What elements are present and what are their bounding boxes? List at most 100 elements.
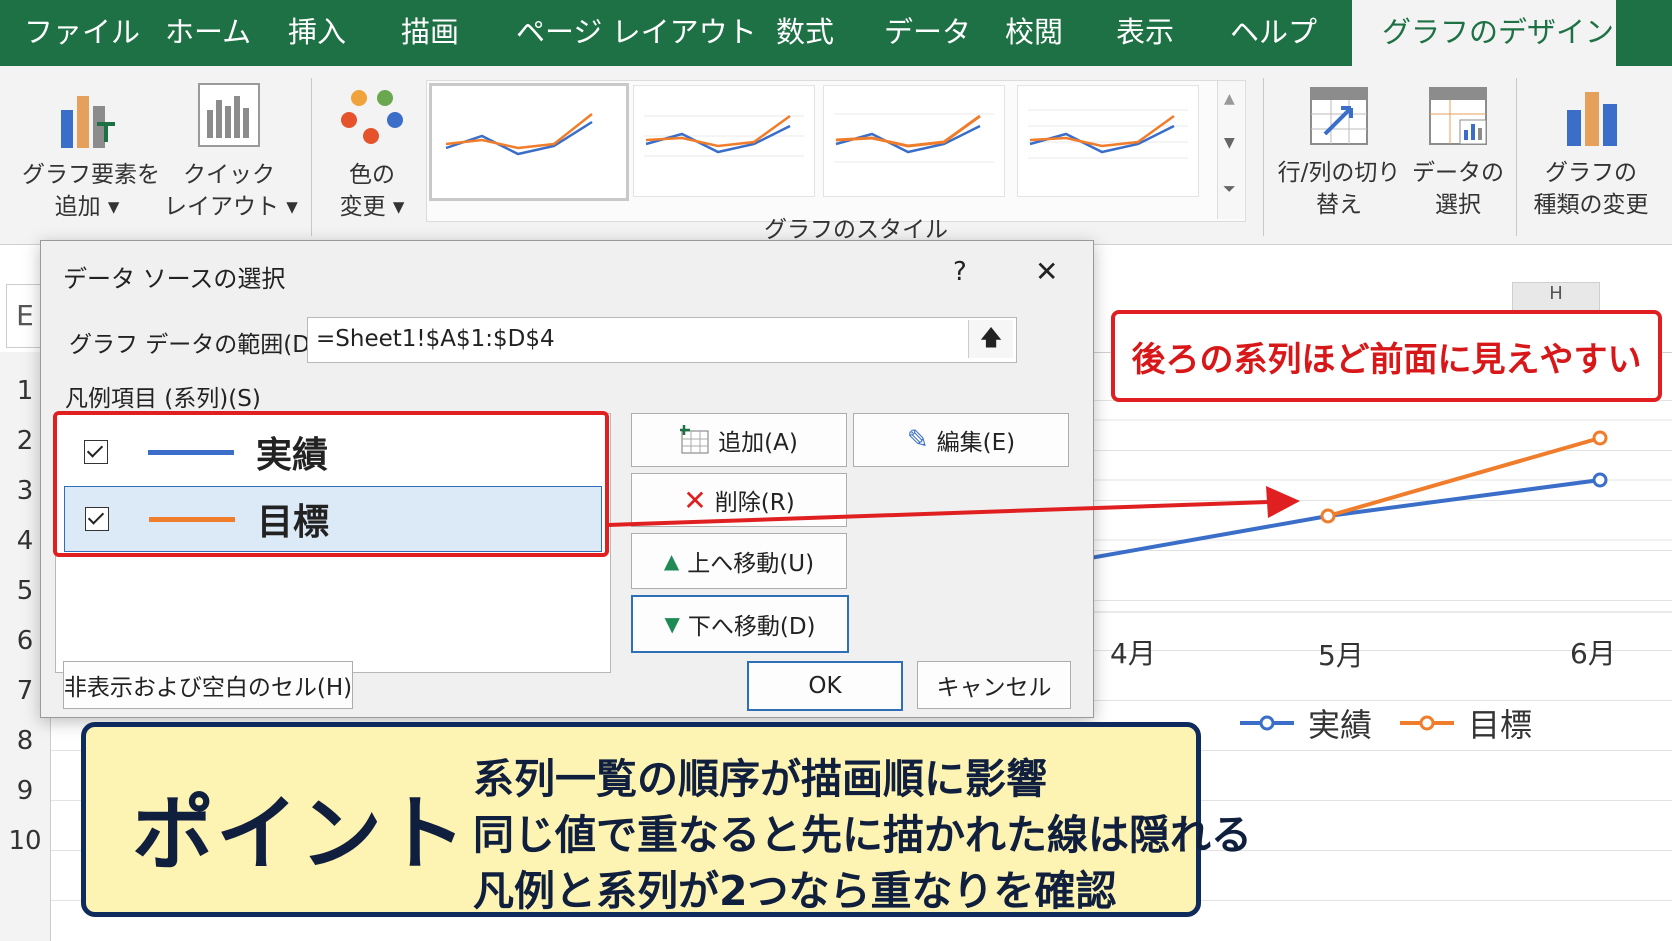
edit-series-label: 編集(E) [936, 430, 1016, 456]
gallery-down-icon[interactable]: ▼ [1224, 135, 1235, 151]
move-down-button[interactable]: ▼ 下へ移動(D) [631, 595, 849, 653]
tab-help[interactable]: ヘルプ [1230, 0, 1317, 66]
select-data-label-1: データの [1412, 160, 1504, 186]
column-header-h[interactable]: H [1512, 282, 1600, 312]
legend-actual-label: 実績 [1308, 706, 1373, 744]
collapse-range-icon[interactable]: 🡅 [968, 320, 1013, 358]
add-chart-element-button[interactable]: グラフ要素を 追加 ▾ [22, 88, 160, 223]
delete-series-button[interactable]: ✕ 削除(R) [631, 473, 847, 527]
legend-entries-label: 凡例項目 (系列)(S) [65, 386, 261, 412]
change-colors-label-1: 色の [349, 162, 395, 188]
add-table-icon [680, 425, 709, 454]
add-chart-element-label-1: グラフ要素を [22, 162, 160, 188]
line-chart[interactable] [1090, 400, 1672, 740]
add-chart-element-icon [61, 96, 115, 148]
x-axis-label: 5月 [1318, 639, 1364, 672]
chart-style-4-preview [1028, 109, 1188, 159]
chart-style-4[interactable] [1017, 85, 1199, 197]
series-target-marker[interactable] [1592, 430, 1608, 446]
series-actual-line[interactable] [1090, 478, 1601, 560]
tab-review[interactable]: 校閲 [1005, 0, 1063, 66]
quick-layout-label-1: クイック [183, 162, 275, 188]
row-number[interactable]: 10 [0, 826, 50, 856]
arrow-up-icon: ▲ [663, 549, 680, 573]
ribbon-divider [1263, 78, 1264, 236]
add-series-button[interactable]: 追加(A) [631, 413, 847, 467]
select-data-icon [1429, 87, 1487, 145]
point-line-3: 凡例と系列が2つなら重なりを確認 [473, 867, 1117, 915]
help-button[interactable]: ? [953, 257, 967, 287]
gallery-more-icon[interactable]: ⏷ [1223, 179, 1236, 199]
chart-style-3-preview [834, 113, 994, 163]
hidden-empty-cells-label: 非表示および空白のセル(H) [63, 675, 353, 701]
chart-style-2-preview [644, 114, 804, 157]
chart-legend[interactable]: 実績 目標 [1240, 700, 1532, 746]
tab-home[interactable]: ホーム [165, 0, 251, 66]
switch-row-column-label-1: 行/列の切り [1277, 160, 1401, 186]
move-down-label: 下へ移動(D) [687, 614, 816, 640]
series-target-marker[interactable] [1320, 508, 1336, 524]
name-box[interactable]: E [6, 284, 44, 348]
move-up-button[interactable]: ▲ 上へ移動(U) [631, 533, 847, 589]
range-input[interactable]: =Sheet1!$A$1:$D$4 🡅 [307, 317, 1017, 363]
series-actual-marker[interactable] [1592, 472, 1608, 488]
delete-series-label: 削除(R) [714, 490, 795, 516]
row-number[interactable]: 8 [0, 726, 50, 756]
change-colors-label-2: 変更 ▾ [339, 194, 405, 220]
cancel-button[interactable]: キャンセル [917, 661, 1071, 709]
delete-x-icon: ✕ [683, 483, 707, 517]
tab-file[interactable]: ファイル [24, 0, 140, 66]
legend-target-swatch [1400, 715, 1455, 731]
ribbon-divider [1516, 78, 1517, 236]
close-icon[interactable]: ✕ [1035, 255, 1058, 288]
add-chart-element-label-2: 追加 ▾ [54, 194, 120, 220]
tab-view[interactable]: 表示 [1116, 0, 1174, 66]
series-target-line[interactable] [1327, 436, 1601, 518]
range-label: グラフ データの範囲(D): [69, 332, 327, 358]
switch-row-column-button[interactable]: 行/列の切り 替え [1272, 84, 1406, 221]
edit-series-button[interactable]: ✎ 編集(E) [853, 413, 1069, 467]
select-data-button[interactable]: データの 選択 [1408, 84, 1508, 221]
legend-target-label: 目標 [1468, 706, 1533, 744]
row-number[interactable]: 9 [0, 776, 50, 806]
select-data-label-2: 選択 [1435, 192, 1481, 218]
gallery-scrollbar[interactable]: ▲ ▼ ⏷ [1217, 81, 1244, 219]
tab-draw[interactable]: 描画 [401, 0, 459, 66]
dialog-title: データ ソースの選択 [63, 265, 286, 293]
chart-style-2[interactable] [633, 85, 815, 197]
change-chart-type-label-2: 種類の変更 [1533, 192, 1649, 218]
chart-style-1[interactable] [429, 83, 629, 201]
ribbon: グラフ要素を 追加 ▾ クイック レイアウト ▾ 色の 変更 ▾ ▲ ▼ ⏷ グ… [0, 66, 1672, 245]
chart-style-3[interactable] [823, 85, 1005, 197]
tab-page-layout[interactable]: ページ レイアウト [516, 0, 757, 66]
tab-chart-design[interactable]: グラフのデザイン [1352, 0, 1616, 66]
gallery-up-icon[interactable]: ▲ [1224, 91, 1235, 107]
x-axis-label: 6月 [1570, 637, 1616, 670]
legend-actual-swatch [1240, 715, 1294, 731]
change-chart-type-icon [1567, 92, 1617, 146]
move-up-label: 上へ移動(U) [687, 551, 815, 577]
change-chart-type-button[interactable]: グラフの 種類の変更 [1526, 88, 1656, 221]
change-chart-type-label-1: グラフの [1545, 160, 1637, 186]
chart-style-1-preview [445, 113, 593, 156]
tab-formulas[interactable]: 数式 [776, 0, 834, 66]
cancel-label: キャンセル [936, 675, 1052, 701]
hidden-empty-cells-button[interactable]: 非表示および空白のセル(H) [63, 661, 353, 709]
select-data-source-dialog: データ ソースの選択 ? ✕ グラフ データの範囲(D): =Sheet1!$A… [40, 240, 1094, 718]
tab-data[interactable]: データ [884, 0, 971, 66]
ok-button[interactable]: OK [747, 661, 903, 711]
point-title: ポイント [132, 787, 469, 882]
pencil-icon: ✎ [906, 425, 929, 455]
point-line-1: 系列一覧の順序が描画順に影響 [473, 755, 1047, 803]
quick-layout-button[interactable]: クイック レイアウト ▾ [164, 80, 298, 223]
switch-row-column-label-2: 替え [1316, 192, 1362, 218]
tab-insert[interactable]: 挿入 [288, 0, 346, 66]
ribbon-tab-bar: ファイル ホーム 挿入 描画 ページ レイアウト 数式 データ 校閲 表示 ヘル… [0, 0, 1672, 66]
chart-styles-gallery: ▲ ▼ ⏷ [426, 80, 1246, 222]
point-line-2: 同じ値で重なると先に描かれた線は隠れる [473, 811, 1252, 859]
change-colors-button[interactable]: 色の 変更 ▾ [320, 86, 424, 223]
ok-label: OK [808, 673, 842, 699]
switch-row-column-icon [1310, 87, 1368, 145]
series-highlight-box [53, 411, 609, 557]
range-value: =Sheet1!$A$1:$D$4 [316, 326, 555, 352]
